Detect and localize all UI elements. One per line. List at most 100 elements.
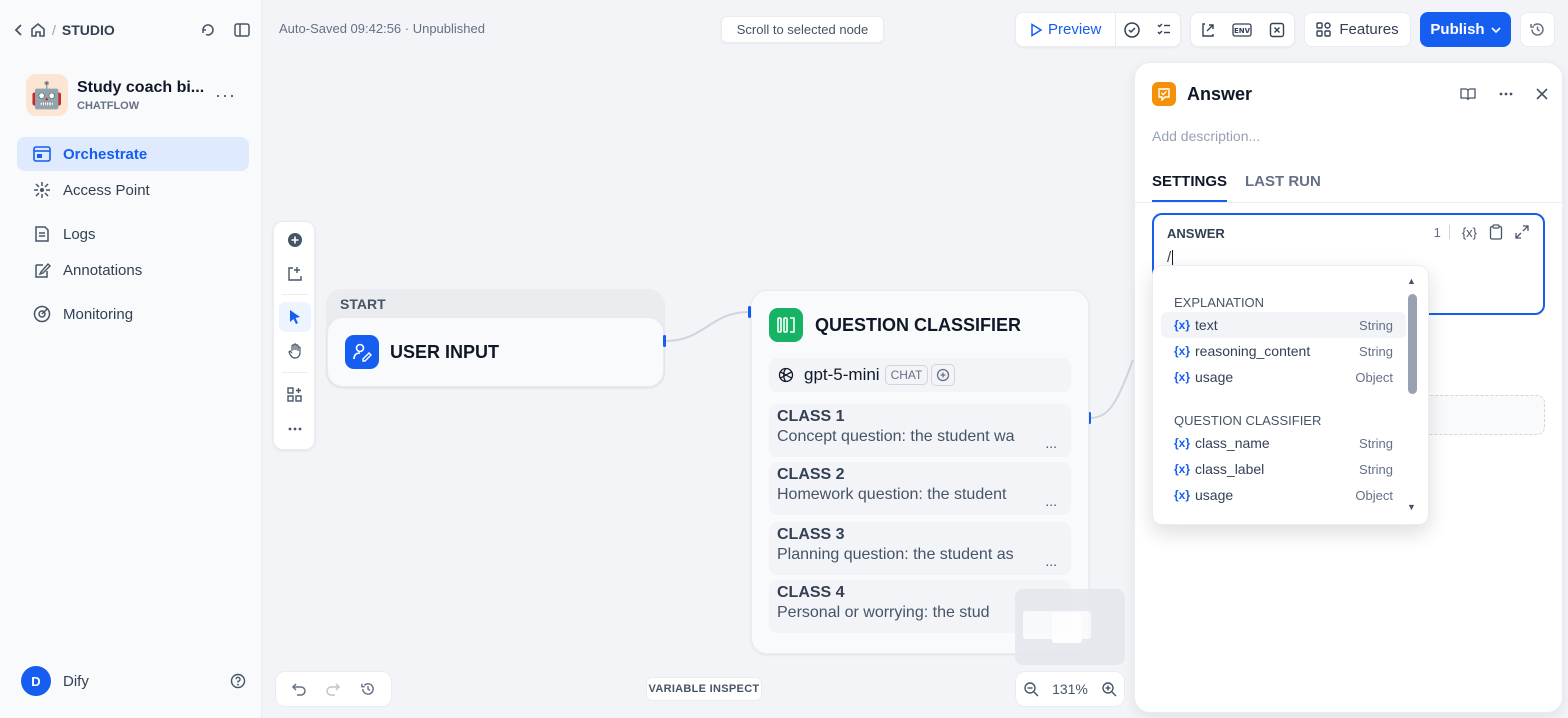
expand-icon[interactable]	[1515, 225, 1529, 239]
sidebar-item-logs[interactable]: Logs	[17, 217, 249, 251]
variable-group-header: QUESTION CLASSIFIER	[1174, 413, 1322, 428]
features-icon	[1316, 22, 1332, 37]
env-toolbar: ENV	[1190, 12, 1295, 47]
sidebar-item-label: Access Point	[63, 181, 150, 199]
variable-type: Object	[1355, 369, 1393, 385]
class-description: Homework question: the student	[777, 486, 1007, 503]
version-history-button[interactable]	[1520, 12, 1555, 47]
more-icon[interactable]: ···	[215, 85, 236, 106]
clipboard-icon[interactable]	[1489, 224, 1503, 240]
organize-blocks-icon[interactable]	[279, 380, 311, 410]
variable-option[interactable]: {x} usage Object	[1161, 364, 1406, 390]
home-icon[interactable]	[30, 22, 46, 38]
history-toolbar	[275, 671, 392, 707]
sidebar-item-annotations[interactable]: Annotations	[17, 253, 249, 287]
variable-name: usage	[1195, 369, 1234, 385]
preview-toolbar: Preview	[1015, 12, 1181, 47]
redo-icon[interactable]	[325, 682, 341, 696]
variable-option[interactable]: {x} class_label String	[1161, 456, 1406, 482]
app-card[interactable]: 🤖 Study coach bi... CHATFLOW ···	[26, 73, 250, 117]
book-icon[interactable]	[1460, 87, 1476, 101]
sidebar-nav: Orchestrate Access Point Logs Annotation…	[17, 137, 249, 333]
variable-icon: {x}	[1174, 344, 1191, 358]
features-button[interactable]: Features	[1304, 12, 1411, 47]
sidebar-item-label: Annotations	[63, 261, 143, 279]
sidebar-item-monitoring[interactable]: Monitoring	[17, 297, 249, 331]
list-check-icon[interactable]	[1148, 13, 1180, 46]
chevron-down-icon	[1491, 26, 1501, 34]
variable-option[interactable]: {x} reasoning_content String	[1161, 338, 1406, 364]
class-name: CLASS 2	[777, 466, 845, 483]
refresh-icon[interactable]	[200, 22, 216, 38]
user-input-icon	[345, 335, 379, 369]
variable-option[interactable]: {x} class_name String	[1161, 430, 1406, 456]
breadcrumb-studio[interactable]: STUDIO	[62, 22, 115, 38]
edge-classifier-answer	[1089, 359, 1134, 419]
sidebar-item-access-point[interactable]: Access Point	[17, 173, 249, 207]
preview-button[interactable]: Preview	[1016, 13, 1117, 46]
start-group-label: START	[340, 296, 386, 312]
description-input[interactable]: Add description...	[1152, 128, 1260, 144]
conversation-variable-icon[interactable]	[1261, 13, 1293, 46]
variable-option[interactable]: {x} usage Object	[1161, 482, 1406, 508]
scroll-to-selected-button[interactable]: Scroll to selected node	[721, 16, 884, 43]
tab-last-run[interactable]: LAST RUN	[1245, 173, 1321, 202]
hand-icon[interactable]	[279, 336, 311, 366]
checklist-icon[interactable]	[1116, 13, 1148, 46]
character-count: 1	[1433, 224, 1441, 240]
chevron-left-icon[interactable]	[14, 23, 24, 37]
zoom-level[interactable]: 131%	[1052, 681, 1088, 697]
add-node-icon[interactable]	[279, 225, 311, 255]
class-name: CLASS 1	[777, 408, 845, 425]
tab-settings[interactable]: SETTINGS	[1152, 173, 1228, 202]
variable-inspect-button[interactable]: VARIABLE INSPECT	[646, 677, 762, 701]
more-icon[interactable]	[279, 414, 311, 444]
insert-variable-icon[interactable]: {x}	[1462, 225, 1477, 240]
scroll-down-icon[interactable]: ▼	[1407, 502, 1416, 512]
svg-text:ENV: ENV	[1234, 27, 1251, 35]
panel-title[interactable]: Answer	[1187, 84, 1252, 105]
api-icon[interactable]	[1192, 13, 1224, 46]
user-profile[interactable]: D Dify	[21, 666, 246, 696]
autosave-status: Auto-Saved 09:42:56 · Unpublished	[279, 21, 485, 36]
pointer-icon[interactable]	[279, 302, 311, 332]
model-settings-icon[interactable]	[931, 364, 956, 386]
class-description: Planning question: the student as	[777, 546, 1014, 563]
collapse-sidebar-icon[interactable]	[234, 22, 250, 38]
zoom-controls: 131%	[1015, 671, 1125, 707]
truncation-ellipsis: ...	[1045, 493, 1057, 509]
add-note-icon[interactable]	[279, 259, 311, 289]
node-output-handle[interactable]	[663, 335, 666, 347]
logs-icon	[33, 225, 51, 243]
answer-icon	[1152, 82, 1176, 106]
undo-icon[interactable]	[291, 682, 307, 696]
zoom-out-icon[interactable]	[1023, 681, 1039, 697]
class-card[interactable]: CLASS 2 Homework question: the student .…	[769, 462, 1071, 515]
user-input-node[interactable]: USER INPUT	[327, 317, 664, 387]
variable-icon: {x}	[1174, 370, 1191, 384]
app-name: Study coach bi...	[77, 78, 205, 96]
sidebar-item-label: Orchestrate	[63, 145, 148, 163]
variable-type: String	[1359, 317, 1393, 333]
help-icon[interactable]	[230, 673, 246, 689]
publish-button[interactable]: Publish	[1420, 12, 1511, 47]
close-icon[interactable]	[1536, 88, 1548, 100]
more-icon[interactable]	[1498, 92, 1514, 96]
zoom-in-icon[interactable]	[1101, 681, 1117, 697]
variable-option[interactable]: {x} text String	[1161, 312, 1406, 338]
class-card[interactable]: CLASS 3 Planning question: the student a…	[769, 522, 1071, 575]
history-icon	[1529, 21, 1546, 38]
model-selector[interactable]: gpt-5-mini CHAT	[769, 358, 1071, 392]
env-icon[interactable]: ENV	[1226, 13, 1258, 46]
model-mode-badge: CHAT	[884, 365, 929, 385]
sidebar-item-orchestrate[interactable]: Orchestrate	[17, 137, 249, 171]
history-icon[interactable]	[360, 681, 376, 697]
class-description: Concept question: the student wa	[777, 428, 1015, 445]
class-card[interactable]: CLASS 1 Concept question: the student wa…	[769, 404, 1071, 457]
variable-name: reasoning_content	[1195, 343, 1311, 359]
variable-name: text	[1195, 317, 1218, 333]
dropdown-scrollbar[interactable]	[1408, 294, 1417, 394]
node-title: USER INPUT	[390, 341, 500, 362]
minimap[interactable]	[1015, 589, 1125, 665]
variable-list: EXPLANATION {x} text String {x} reasoning_con…	[1153, 266, 1409, 508]
